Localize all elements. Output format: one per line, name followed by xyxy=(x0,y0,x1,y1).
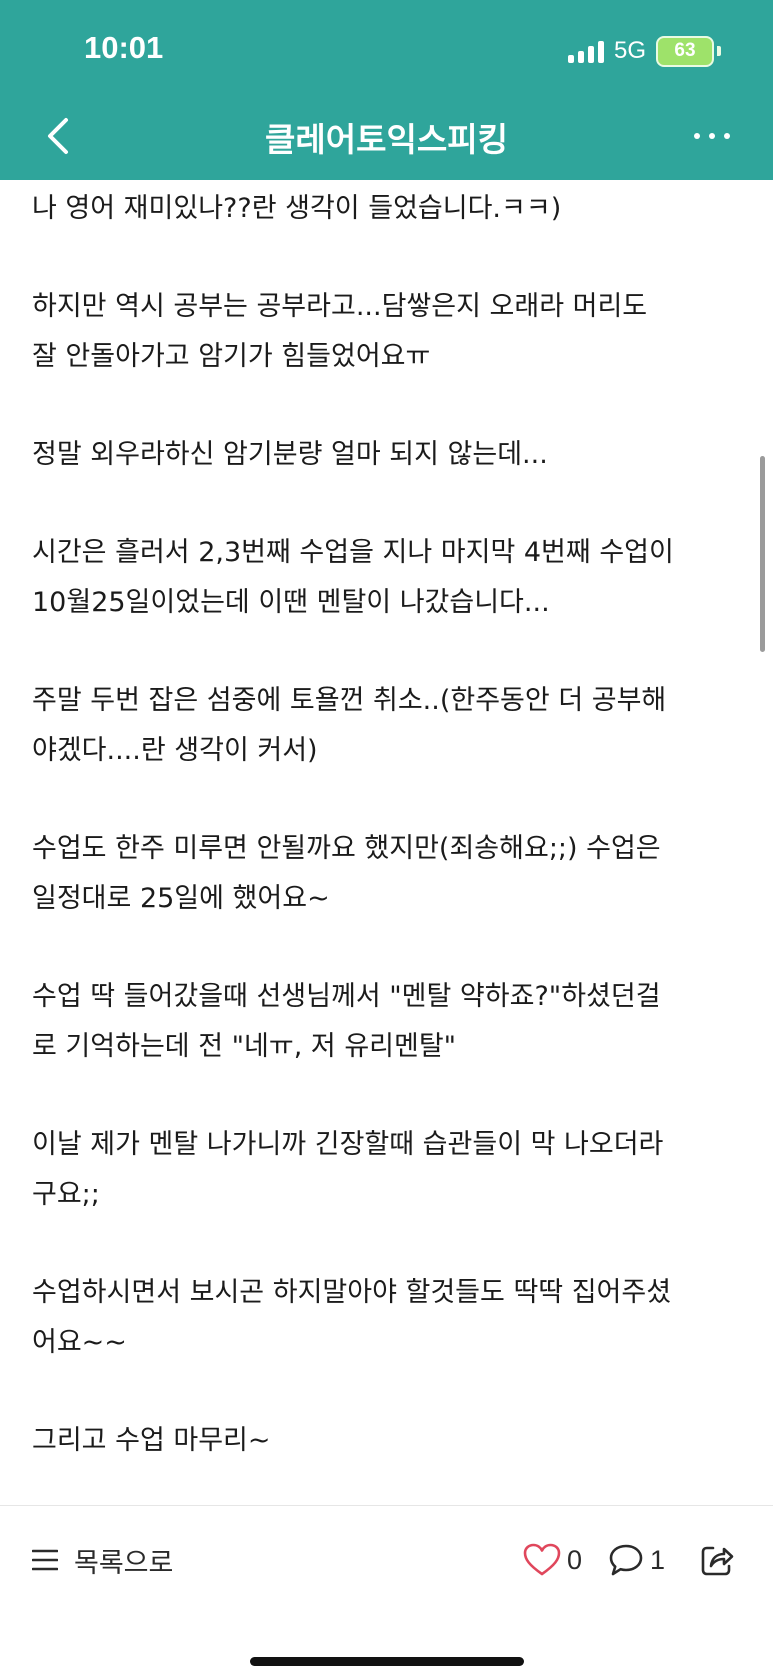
battery-level: 63 xyxy=(674,40,696,61)
comment-icon xyxy=(609,1544,643,1576)
post-line: 하지만 역시 공부는 공부라고...담쌓은지 오래라 머리도 xyxy=(32,291,648,322)
more-dot-icon xyxy=(694,133,700,139)
status-indicators: 5G 63 xyxy=(567,34,721,68)
more-dot-icon xyxy=(724,133,730,139)
signal-icon xyxy=(567,39,604,63)
post-line: 수업 딱 들어갔을때 선생님께서 "멘탈 약하죠?"하셨던걸 xyxy=(32,981,661,1012)
post-paragraph: 정말 외우라하신 암기분량 얼마 되지 않는데... xyxy=(32,430,742,480)
app-header: 10:01 5G 63 클레어토익스피킹 xyxy=(0,0,773,180)
share-icon xyxy=(701,1546,734,1576)
post-line: 잘 안돌아가고 암기가 힘들었어요ㅠ xyxy=(32,341,431,372)
post-line: 야겠다....란 생각이 커서) xyxy=(32,735,318,766)
more-dot-icon xyxy=(709,133,715,139)
comment-button[interactable]: 1 xyxy=(608,1543,665,1577)
battery-nub xyxy=(717,46,721,56)
share-button[interactable] xyxy=(699,1542,735,1578)
back-to-list-button[interactable]: 목록으로 xyxy=(32,1538,173,1582)
post-actions: 0 1 xyxy=(497,1536,735,1584)
post-body: 나 영어 재미있나??란 생각이 들었습니다.ㅋㅋ) 하지만 역시 공부는 공부라… xyxy=(32,184,742,1484)
post-paragraph: 하지만 역시 공부는 공부라고...담쌓은지 오래라 머리도잘 안돌아가고 암기… xyxy=(32,282,742,382)
post-line: 나 영어 재미있나??란 생각이 들었습니다.ㅋㅋ) xyxy=(32,193,562,224)
post-paragraph: 수업하시면서 보시곤 하지말아야 할것들도 딱딱 집어주셨어요~~ xyxy=(32,1268,742,1368)
battery-icon: 63 xyxy=(656,35,714,67)
home-indicator[interactable] xyxy=(250,1657,524,1666)
like-button[interactable]: 0 xyxy=(523,1543,582,1577)
scrollbar[interactable] xyxy=(760,456,765,652)
post-paragraph: 이날 제가 멘탈 나가니까 긴장할때 습관들이 막 나오더라구요;; xyxy=(32,1120,742,1220)
network-type: 5G xyxy=(613,37,646,64)
post-paragraph: 수업도 한주 미루면 안될까요 했지만(죄송해요;;) 수업은일정대로 25일에… xyxy=(32,824,742,924)
back-to-list-label: 목록으로 xyxy=(74,1547,174,1579)
post-line: 구요;; xyxy=(32,1179,100,1210)
post-paragraph: 주말 두번 잡은 섬중에 토욜껀 취소..(한주동안 더 공부해야겠다....란… xyxy=(32,676,742,776)
post-line: 수업하시면서 보시곤 하지말아야 할것들도 딱딱 집어주셨 xyxy=(32,1277,672,1308)
post-paragraph: 수업 딱 들어갔을때 선생님께서 "멘탈 약하죠?"하셨던걸로 기억하는데 전 … xyxy=(32,972,742,1072)
comment-count: 1 xyxy=(649,1544,665,1575)
post-line: 이날 제가 멘탈 나가니까 긴장할때 습관들이 막 나오더라 xyxy=(32,1129,664,1160)
like-count: 0 xyxy=(566,1544,582,1575)
page-title: 클레어토익스피킹 xyxy=(265,120,508,159)
post-line: 수업도 한주 미루면 안될까요 했지만(죄송해요;;) 수업은 xyxy=(32,833,661,864)
post-paragraph: 그리고 수업 마무리~ xyxy=(32,1416,742,1466)
more-options-button[interactable] xyxy=(687,116,737,156)
post-line: 정말 외우라하신 암기분량 얼마 되지 않는데... xyxy=(32,439,548,470)
menu-icon xyxy=(32,1549,58,1571)
post-line: 주말 두번 잡은 섬중에 토욜껀 취소..(한주동안 더 공부해 xyxy=(32,685,667,716)
post-line: 시간은 흘러서 2,3번째 수업을 지나 마지막 4번째 수업이 xyxy=(32,537,674,568)
post-paragraph: 시간은 흘러서 2,3번째 수업을 지나 마지막 4번째 수업이 10월25일이었… xyxy=(32,528,742,628)
post-paragraph: 나 영어 재미있나??란 생각이 들었습니다.ㅋㅋ) xyxy=(32,184,742,234)
post-line: 로 기억하는데 전 "네ㅠ, 저 유리멘탈" xyxy=(32,1031,457,1062)
heart-icon xyxy=(523,1543,561,1576)
post-line: 어요~~ xyxy=(32,1327,127,1358)
post-line: 그리고 수업 마무리~ xyxy=(32,1425,271,1456)
status-time: 10:01 xyxy=(84,30,164,65)
post-line: 10월25일이었는데 이땐 멘탈이 나갔습니다... xyxy=(32,587,550,618)
post-line: 일정대로 25일에 했어요~ xyxy=(32,883,330,914)
bottom-toolbar: 목록으로 0 1 xyxy=(0,1505,773,1674)
